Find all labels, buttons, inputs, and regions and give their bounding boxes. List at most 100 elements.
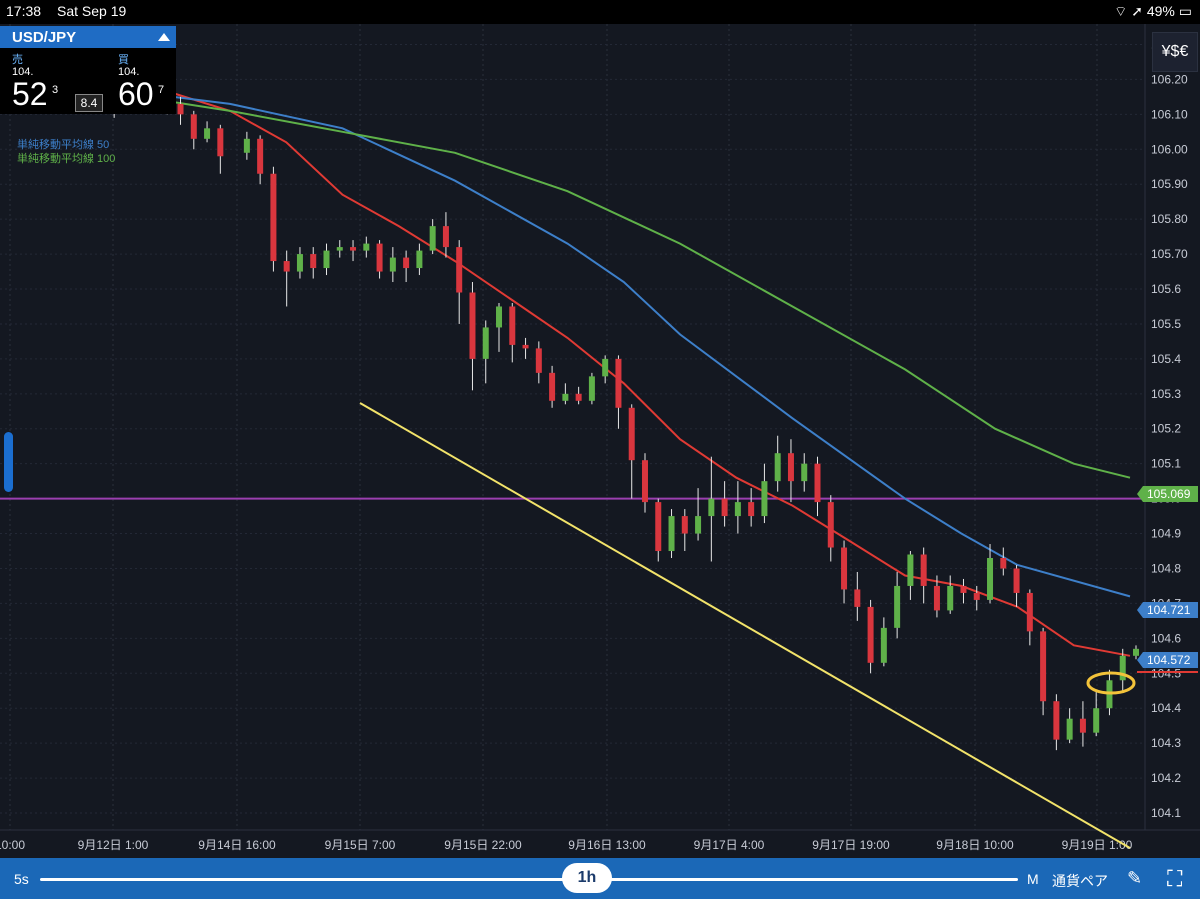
sell-fraction: 3 xyxy=(52,84,59,96)
ma-line-ma50 xyxy=(4,88,1131,598)
date: Sat Sep 19 xyxy=(57,3,127,19)
pair-select-button[interactable]: 通貨ペア xyxy=(1052,871,1108,891)
legend-entry: 単純移動平均線 50 xyxy=(17,137,109,151)
triangle-up-icon[interactable] xyxy=(158,33,170,41)
y-tick-label: 105.6 xyxy=(1151,282,1181,296)
candle-body xyxy=(522,344,529,349)
draw-tool-icon[interactable]: ✎ xyxy=(1127,868,1142,889)
candle-body xyxy=(403,257,410,269)
candle-body xyxy=(243,138,250,153)
candle-body xyxy=(323,250,330,269)
x-tick-label: 9月17日 19:00 xyxy=(812,838,890,852)
y-tick-label: 104.6 xyxy=(1151,631,1181,645)
buy-quote[interactable]: 買 104. 60 7 xyxy=(106,50,192,114)
x-tick-label: 9月14日 16:00 xyxy=(198,838,276,852)
candle-body xyxy=(668,516,675,552)
candle-body xyxy=(947,585,954,611)
y-tick-label: 105.3 xyxy=(1151,387,1181,401)
x-tick-label: 9月18日 10:00 xyxy=(936,838,1014,852)
candle-body xyxy=(641,460,648,503)
battery-icon: ▭ xyxy=(1178,3,1192,19)
candle-body xyxy=(761,481,768,517)
sell-pips: 52 xyxy=(12,76,48,112)
y-tick-label: 106.20 xyxy=(1151,72,1188,86)
x-tick-label: 10:00 xyxy=(0,838,25,852)
candle-body xyxy=(456,247,463,293)
candle-body xyxy=(283,261,290,272)
candle-body xyxy=(1013,568,1020,593)
status-bar: 17:38 Sat Sep 19 ⌔ ➚ 49% ▭ xyxy=(0,0,1200,24)
candle-body xyxy=(416,250,423,269)
candle-body xyxy=(562,393,569,401)
candle-body xyxy=(549,372,556,401)
fullscreen-icon[interactable]: ⛶ xyxy=(1167,866,1182,892)
candle-body xyxy=(1079,718,1086,733)
candle-body xyxy=(1026,592,1033,632)
candle-body xyxy=(1066,718,1073,740)
trend-line xyxy=(359,402,1131,849)
candle-body xyxy=(1053,701,1060,740)
legend-entry: 単純移動平均線 100 xyxy=(17,151,115,165)
y-tick-label: 105.2 xyxy=(1151,422,1181,436)
y-tick-label: 104.3 xyxy=(1151,736,1181,750)
sell-quote[interactable]: 売 104. 52 3 xyxy=(0,50,86,114)
candle-body xyxy=(270,173,277,262)
candle-body xyxy=(376,243,383,272)
candle-body xyxy=(655,502,662,552)
candle-body xyxy=(920,554,927,586)
candle-body xyxy=(190,114,197,139)
y-tick-label: 104.5 xyxy=(1151,666,1181,680)
candle-body xyxy=(257,138,264,174)
ma-line-ma100 xyxy=(4,92,1131,479)
candle-body xyxy=(1000,558,1007,569)
timeframe-min-label: 5s xyxy=(14,871,29,887)
candle-body xyxy=(880,627,887,663)
timeframe-bar: 5s 1h M 通貨ペア ✎ ⛶ xyxy=(0,858,1200,899)
wifi-icon: ⌔ xyxy=(1114,3,1128,19)
candle-body xyxy=(363,243,370,251)
candle-body xyxy=(774,453,781,482)
spread-value: 8.4 xyxy=(75,94,103,112)
candle-body xyxy=(509,306,516,345)
candlestick-chart[interactable]: 106.30106.20106.10106.00105.90105.80105.… xyxy=(0,24,1200,858)
x-tick-label: 9月12日 1:00 xyxy=(78,838,149,852)
x-tick-label: 9月15日 7:00 xyxy=(325,838,396,852)
y-tick-label: 104.4 xyxy=(1151,701,1181,715)
candle-body xyxy=(602,358,609,377)
timeframe-slider[interactable] xyxy=(40,878,1018,881)
pair-selector[interactable]: USD/JPY xyxy=(0,26,176,48)
side-panel-handle[interactable] xyxy=(4,432,13,492)
candle-body xyxy=(575,393,582,401)
candle-body xyxy=(933,585,940,611)
x-tick-label: 9月17日 4:00 xyxy=(694,838,765,852)
sell-label: 売 xyxy=(12,54,23,66)
candle-body xyxy=(907,554,914,586)
candle-body xyxy=(1040,631,1047,702)
candle-body xyxy=(987,558,994,600)
currency-button[interactable]: ¥$€ xyxy=(1152,32,1198,72)
y-tick-label: 104.8 xyxy=(1151,561,1181,575)
candle-body xyxy=(960,585,967,593)
buy-fraction: 7 xyxy=(158,84,165,96)
chart-area[interactable]: 106.30106.20106.10106.00105.90105.80105.… xyxy=(0,24,1200,858)
x-tick-label: 9月19日 1:00 xyxy=(1062,838,1133,852)
candle-body xyxy=(748,502,755,517)
candle-body xyxy=(217,128,224,157)
price-tag-label: 104.721 xyxy=(1147,603,1191,617)
x-tick-label: 9月15日 22:00 xyxy=(444,838,522,852)
candle-body xyxy=(695,516,702,534)
candle-body xyxy=(389,257,396,272)
candle-body xyxy=(814,463,821,503)
candle-body xyxy=(1119,655,1126,681)
candle-body xyxy=(787,453,794,482)
y-tick-label: 105.90 xyxy=(1151,177,1188,191)
candle-body xyxy=(350,247,357,251)
timeframe-knob[interactable]: 1h xyxy=(562,863,612,893)
y-tick-label: 105.70 xyxy=(1151,247,1188,261)
candle-body xyxy=(535,348,542,373)
candle-body xyxy=(469,292,476,359)
candle-body xyxy=(482,327,489,359)
candle-body xyxy=(615,358,622,408)
battery-status: ⌔ ➚ 49% ▭ xyxy=(1114,3,1192,21)
candle-body xyxy=(1133,648,1139,656)
